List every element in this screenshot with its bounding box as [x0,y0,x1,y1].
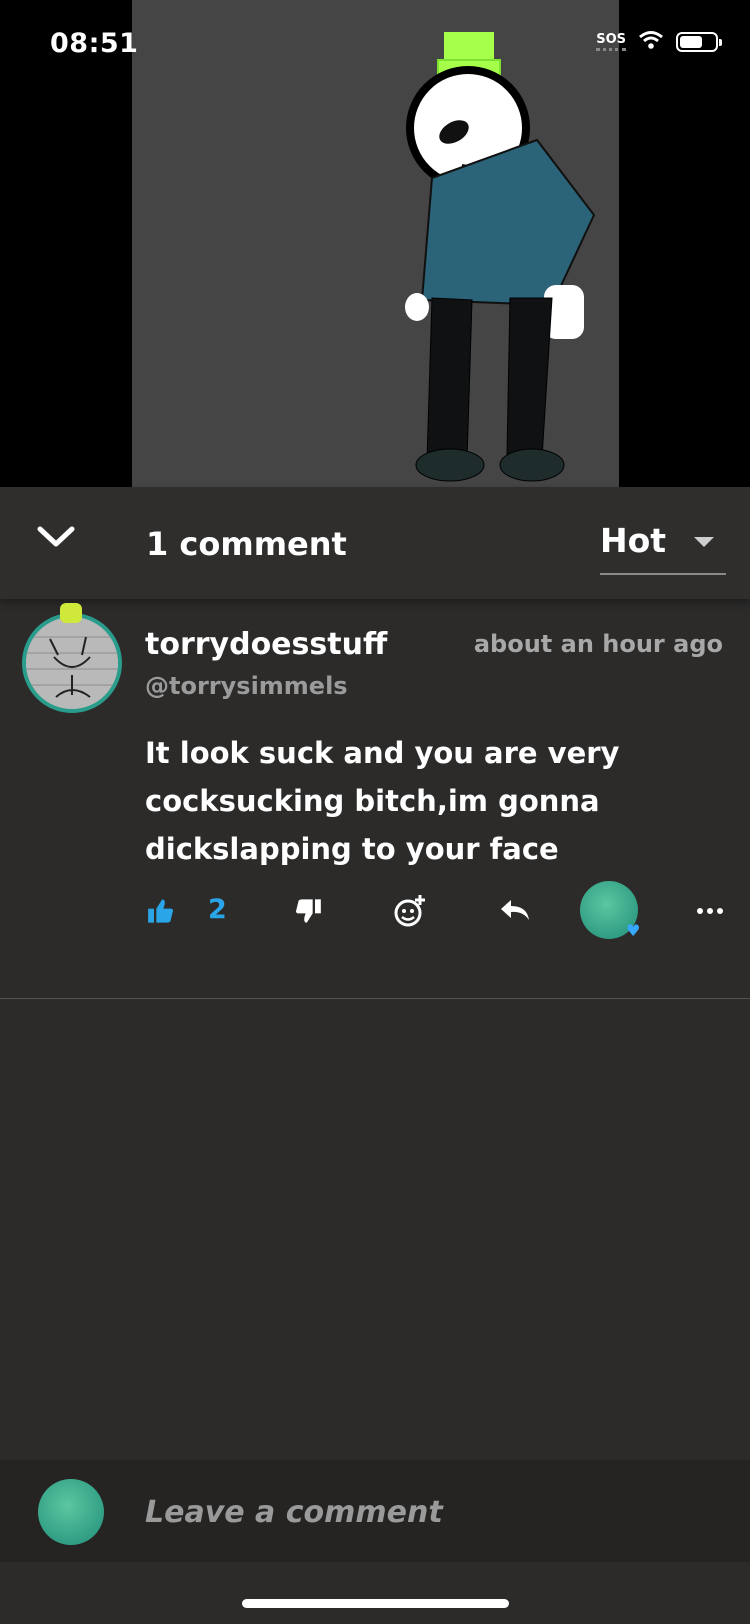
like-button[interactable] [144,889,178,933]
home-indicator[interactable] [242,1599,509,1608]
commenter-avatar[interactable] [22,603,122,713]
comment-actions: 2 ♥ [0,877,750,947]
comment-timestamp: about an hour ago [473,630,723,658]
dislike-button[interactable] [291,889,325,933]
like-count: 2 [208,894,227,925]
battery-icon [676,32,722,52]
caret-down-icon [694,537,714,547]
reply-button[interactable] [497,889,533,933]
comment-text: It look suck and you are very cocksuckin… [145,736,620,866]
status-indicators: SOS [596,30,722,54]
thumbs-up-icon [148,899,174,923]
add-reaction-icon [394,895,425,927]
heart-icon: ♥ [626,921,641,940]
character-illustration [405,32,596,482]
comment-composer [0,1460,750,1562]
thumbs-down-icon [295,899,321,923]
comment-input[interactable] [145,1482,705,1542]
sos-indicator: SOS [596,33,626,51]
more-options-button[interactable] [692,889,728,933]
video-frame [132,0,619,487]
collapse-comments-button[interactable] [34,515,78,559]
sort-select[interactable]: Hot [600,513,726,575]
current-user-avatar [38,1479,104,1545]
avatar [22,613,122,713]
comment-item: torrydoesstuff @torrysimmels about an ho… [0,599,750,999]
video-player[interactable]: 08:51 SOS [0,0,750,487]
sort-value: Hot [600,521,667,560]
badge-icon [60,603,82,623]
wifi-icon [638,30,664,54]
cat-drawing-icon [26,617,118,709]
add-reaction-button[interactable] [390,889,430,933]
comment-handle[interactable]: @torrysimmels [145,672,348,700]
reply-icon [501,900,529,920]
chevron-down-icon [37,526,75,547]
comment-username[interactable]: torrydoesstuff [145,627,387,662]
status-time: 08:51 [50,28,139,59]
comments-header: 1 comment Hot [0,487,750,599]
more-icon [697,908,723,914]
comment-count: 1 comment [146,525,347,563]
